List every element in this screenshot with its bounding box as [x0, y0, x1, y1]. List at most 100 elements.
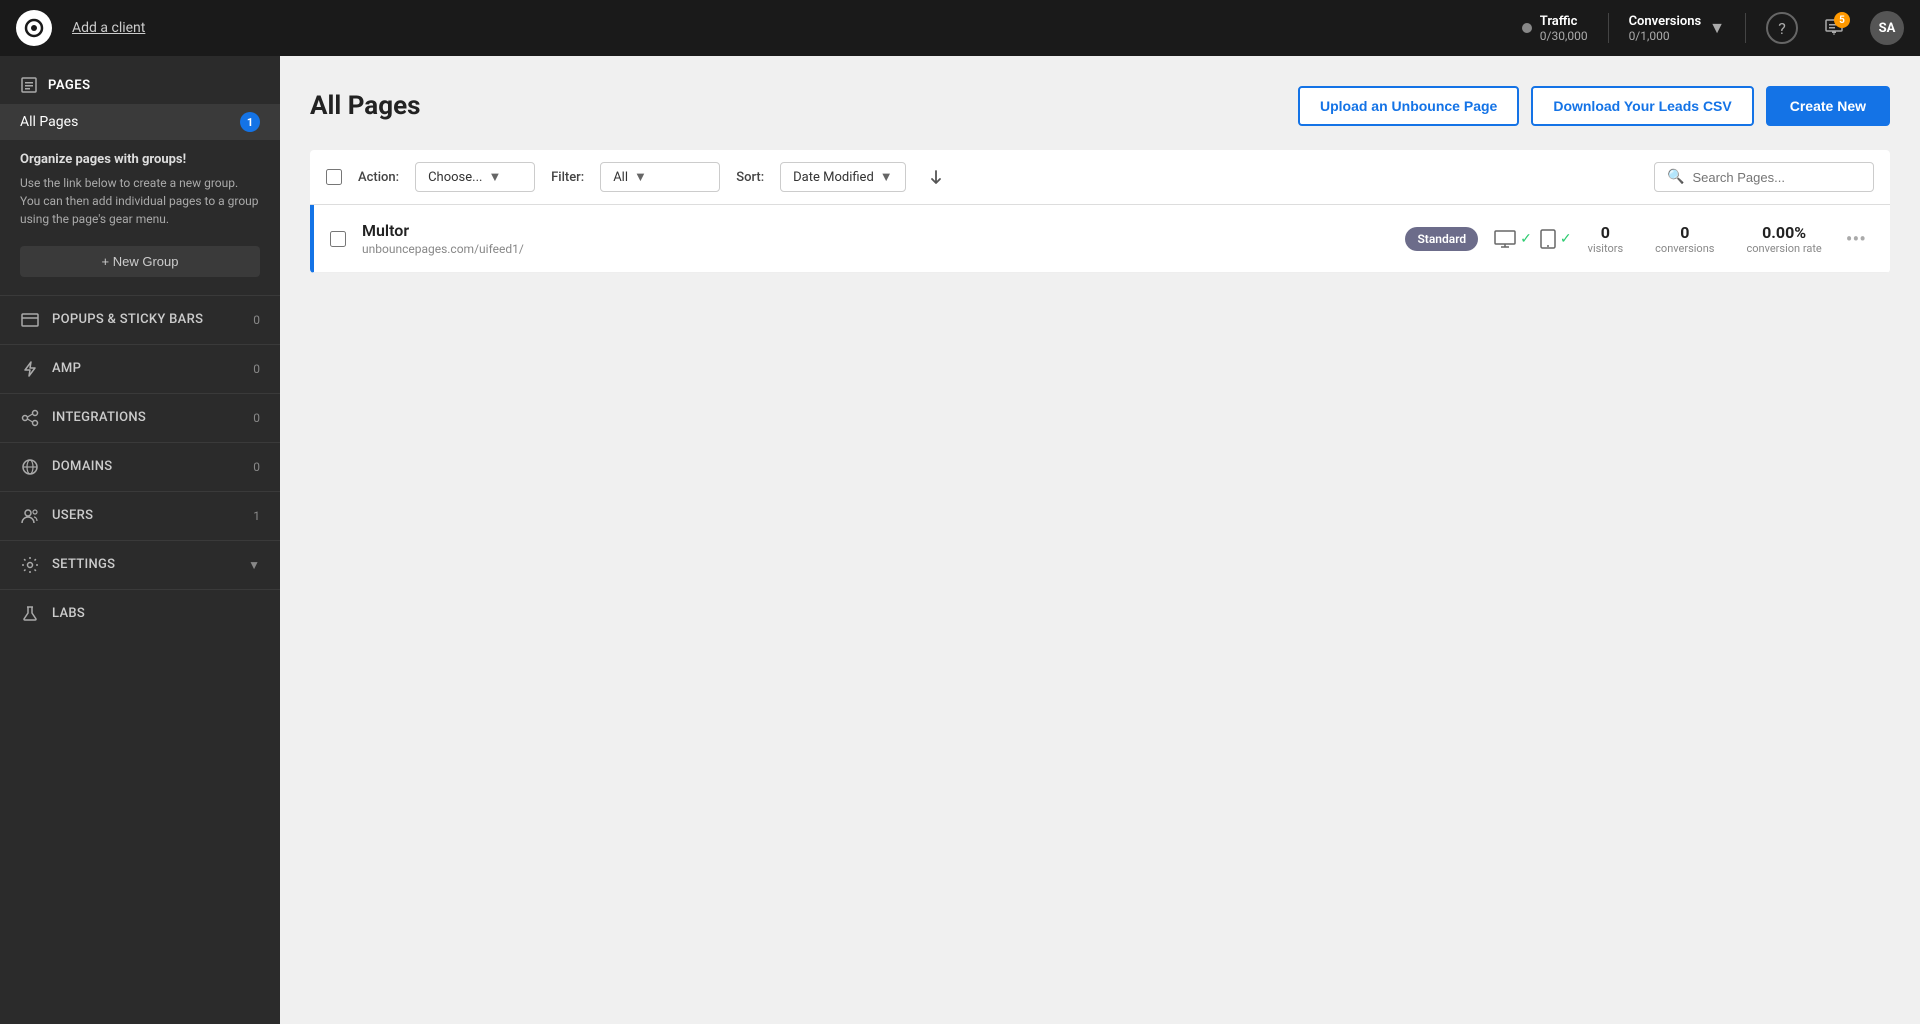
users-count: 1 — [253, 509, 260, 523]
visitors-label: visitors — [1588, 242, 1624, 255]
notification-icon[interactable]: 5 — [1818, 12, 1850, 44]
create-new-button[interactable]: Create New — [1766, 86, 1890, 126]
conversions-value: 0 — [1655, 223, 1714, 242]
tablet-check-icon: ✓ — [1560, 231, 1572, 247]
sidebar-item-labs[interactable]: LABS — [0, 589, 280, 638]
labs-icon — [20, 604, 40, 624]
page-url: unbouncepages.com/uifeed1/ — [362, 242, 1389, 256]
upload-page-button[interactable]: Upload an Unbounce Page — [1298, 86, 1519, 126]
notification-badge: 5 — [1834, 12, 1850, 28]
conversions-block: Conversions 0/1,000 ▼ — [1629, 14, 1725, 43]
row-checkbox[interactable] — [330, 231, 346, 247]
integrations-count: 0 — [253, 411, 260, 425]
group-promo-text: Use the link below to create a new group… — [20, 176, 259, 226]
users-icon — [20, 506, 40, 526]
filter-value: All — [613, 170, 628, 185]
nav-divider-2 — [1745, 13, 1746, 43]
page-title: All Pages — [310, 91, 420, 121]
search-icon: 🔍 — [1667, 169, 1684, 185]
all-pages-badge: 1 — [240, 112, 260, 132]
amp-count: 0 — [253, 362, 260, 376]
amp-label: AMP — [52, 361, 81, 376]
conversion-rate-value: 0.00% — [1746, 223, 1821, 242]
tablet-icon — [1540, 229, 1556, 249]
traffic-label: Traffic — [1540, 14, 1588, 29]
logo-icon[interactable] — [16, 10, 52, 46]
filter-select[interactable]: All ▼ — [600, 162, 720, 192]
conversions-dropdown-icon[interactable]: ▼ — [1709, 18, 1725, 38]
visitors-value: 0 — [1588, 223, 1624, 242]
sort-select-arrow-icon: ▼ — [880, 169, 893, 185]
pages-icon — [20, 76, 38, 94]
desktop-icon — [1494, 230, 1516, 248]
users-label: USERS — [52, 508, 93, 523]
action-value: Choose... — [428, 170, 482, 185]
popups-count: 0 — [253, 313, 260, 327]
pages-table: Multor unbouncepages.com/uifeed1/ Standa… — [310, 205, 1890, 273]
sidebar-item-integrations[interactable]: INTEGRATIONS 0 — [0, 393, 280, 442]
settings-label: SETTINGS — [52, 557, 115, 572]
conversion-rate-stat: 0.00% conversion rate — [1746, 223, 1821, 255]
page-header: All Pages Upload an Unbounce Page Downlo… — [310, 86, 1890, 126]
sidebar-item-all-pages[interactable]: All Pages 1 — [0, 104, 280, 140]
desktop-check-icon: ✓ — [1520, 231, 1532, 247]
table-row: Multor unbouncepages.com/uifeed1/ Standa… — [310, 205, 1890, 273]
traffic-block: Traffic 0/30,000 — [1522, 14, 1588, 43]
sort-direction-icon[interactable] — [922, 163, 950, 191]
domains-label: DOMAINS — [52, 459, 112, 474]
download-leads-button[interactable]: Download Your Leads CSV — [1531, 86, 1753, 126]
help-icon[interactable]: ? — [1766, 12, 1798, 44]
conversions-label: Conversions — [1629, 14, 1702, 29]
sidebar-item-users[interactable]: USERS 1 — [0, 491, 280, 540]
conversion-rate-label: conversion rate — [1746, 242, 1821, 255]
page-stats: 0 visitors 0 conversions 0.00% conversio… — [1588, 223, 1822, 255]
header-actions: Upload an Unbounce Page Download Your Le… — [1298, 86, 1890, 126]
all-pages-label: All Pages — [20, 114, 78, 130]
sidebar-item-settings[interactable]: SETTINGS ▼ — [0, 540, 280, 589]
popups-label: POPUPS & STICKY BARS — [52, 312, 203, 327]
traffic-dot — [1522, 23, 1532, 33]
group-promo-title: Organize pages with groups! — [20, 150, 260, 170]
new-group-button[interactable]: + New Group — [20, 246, 260, 277]
toolbar: Action: Choose... ▼ Filter: All ▼ Sort: … — [310, 150, 1890, 205]
sidebar-item-amp[interactable]: AMP 0 — [0, 344, 280, 393]
page-devices: ✓ ✓ — [1494, 229, 1571, 249]
tablet-device: ✓ — [1540, 229, 1572, 249]
page-name: Multor — [362, 221, 1389, 240]
sort-select[interactable]: Date Modified ▼ — [780, 162, 906, 192]
sidebar-item-domains[interactable]: DOMAINS 0 — [0, 442, 280, 491]
page-info: Multor unbouncepages.com/uifeed1/ — [362, 221, 1389, 256]
pages-section-label: PAGES — [48, 78, 91, 93]
integrations-label: INTEGRATIONS — [52, 410, 146, 425]
sidebar-item-popups[interactable]: POPUPS & STICKY BARS 0 — [0, 295, 280, 344]
main-content: All Pages Upload an Unbounce Page Downlo… — [280, 56, 1920, 1024]
action-select[interactable]: Choose... ▼ — [415, 162, 535, 192]
sidebar: PAGES All Pages 1 Organize pages with gr… — [0, 56, 280, 1024]
search-input[interactable] — [1692, 170, 1852, 185]
sidebar-pages-header: PAGES — [0, 56, 280, 104]
traffic-value: 0/30,000 — [1540, 29, 1588, 43]
domains-count: 0 — [253, 460, 260, 474]
add-client-link[interactable]: Add a client — [72, 20, 145, 36]
search-box: 🔍 — [1654, 162, 1874, 192]
more-options-button[interactable]: ••• — [1838, 223, 1874, 255]
select-all-checkbox[interactable] — [326, 169, 342, 185]
sort-value: Date Modified — [793, 170, 874, 185]
conversions-value: 0/1,000 — [1629, 29, 1702, 43]
visitors-stat: 0 visitors — [1588, 223, 1624, 255]
top-navigation: Add a client Traffic 0/30,000 Conversion… — [0, 0, 1920, 56]
integrations-icon — [20, 408, 40, 428]
sidebar-pages-section: All Pages 1 Organize pages with groups! … — [0, 104, 280, 295]
popups-icon — [20, 310, 40, 330]
page-type-badge: Standard — [1405, 227, 1478, 251]
conversions-stat: 0 conversions — [1655, 223, 1714, 255]
action-select-arrow-icon: ▼ — [488, 169, 501, 185]
amp-icon — [20, 359, 40, 379]
desktop-device: ✓ — [1494, 230, 1532, 248]
avatar[interactable]: SA — [1870, 11, 1904, 45]
nav-divider-1 — [1608, 13, 1609, 43]
filter-select-arrow-icon: ▼ — [634, 169, 647, 185]
filter-label: Filter: — [551, 170, 584, 185]
sort-label: Sort: — [736, 170, 764, 185]
settings-arrow-icon: ▼ — [248, 558, 260, 572]
